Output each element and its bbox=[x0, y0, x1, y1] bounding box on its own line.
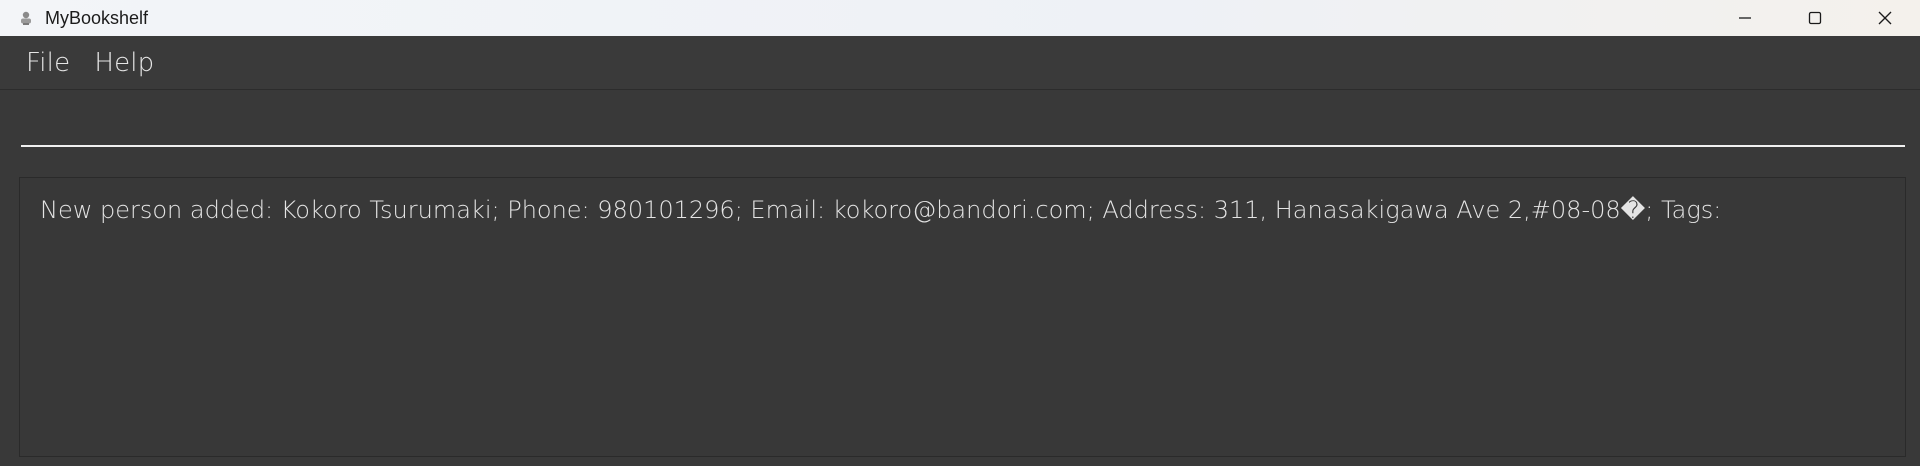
app-figure-icon bbox=[16, 8, 36, 28]
title-bar[interactable]: MyBookshelf bbox=[0, 0, 1920, 36]
result-message: New person added: Kokoro Tsurumaki; Phon… bbox=[40, 196, 1722, 224]
maximize-button[interactable] bbox=[1780, 0, 1850, 36]
minimize-icon bbox=[1739, 17, 1751, 19]
menu-bar: File Help bbox=[0, 36, 1920, 90]
window-title: MyBookshelf bbox=[45, 7, 149, 28]
menu-help[interactable]: Help bbox=[82, 44, 166, 82]
app-window: MyBookshelf File Help New person added: … bbox=[0, 0, 1920, 466]
window-controls bbox=[1710, 0, 1920, 36]
command-box bbox=[0, 91, 1920, 165]
close-icon bbox=[1878, 11, 1892, 25]
maximize-icon bbox=[1808, 11, 1822, 25]
menu-file[interactable]: File bbox=[14, 44, 82, 82]
close-button[interactable] bbox=[1850, 0, 1920, 36]
command-input[interactable] bbox=[21, 109, 1905, 147]
minimize-button[interactable] bbox=[1710, 0, 1780, 36]
result-display[interactable]: New person added: Kokoro Tsurumaki; Phon… bbox=[19, 177, 1906, 457]
